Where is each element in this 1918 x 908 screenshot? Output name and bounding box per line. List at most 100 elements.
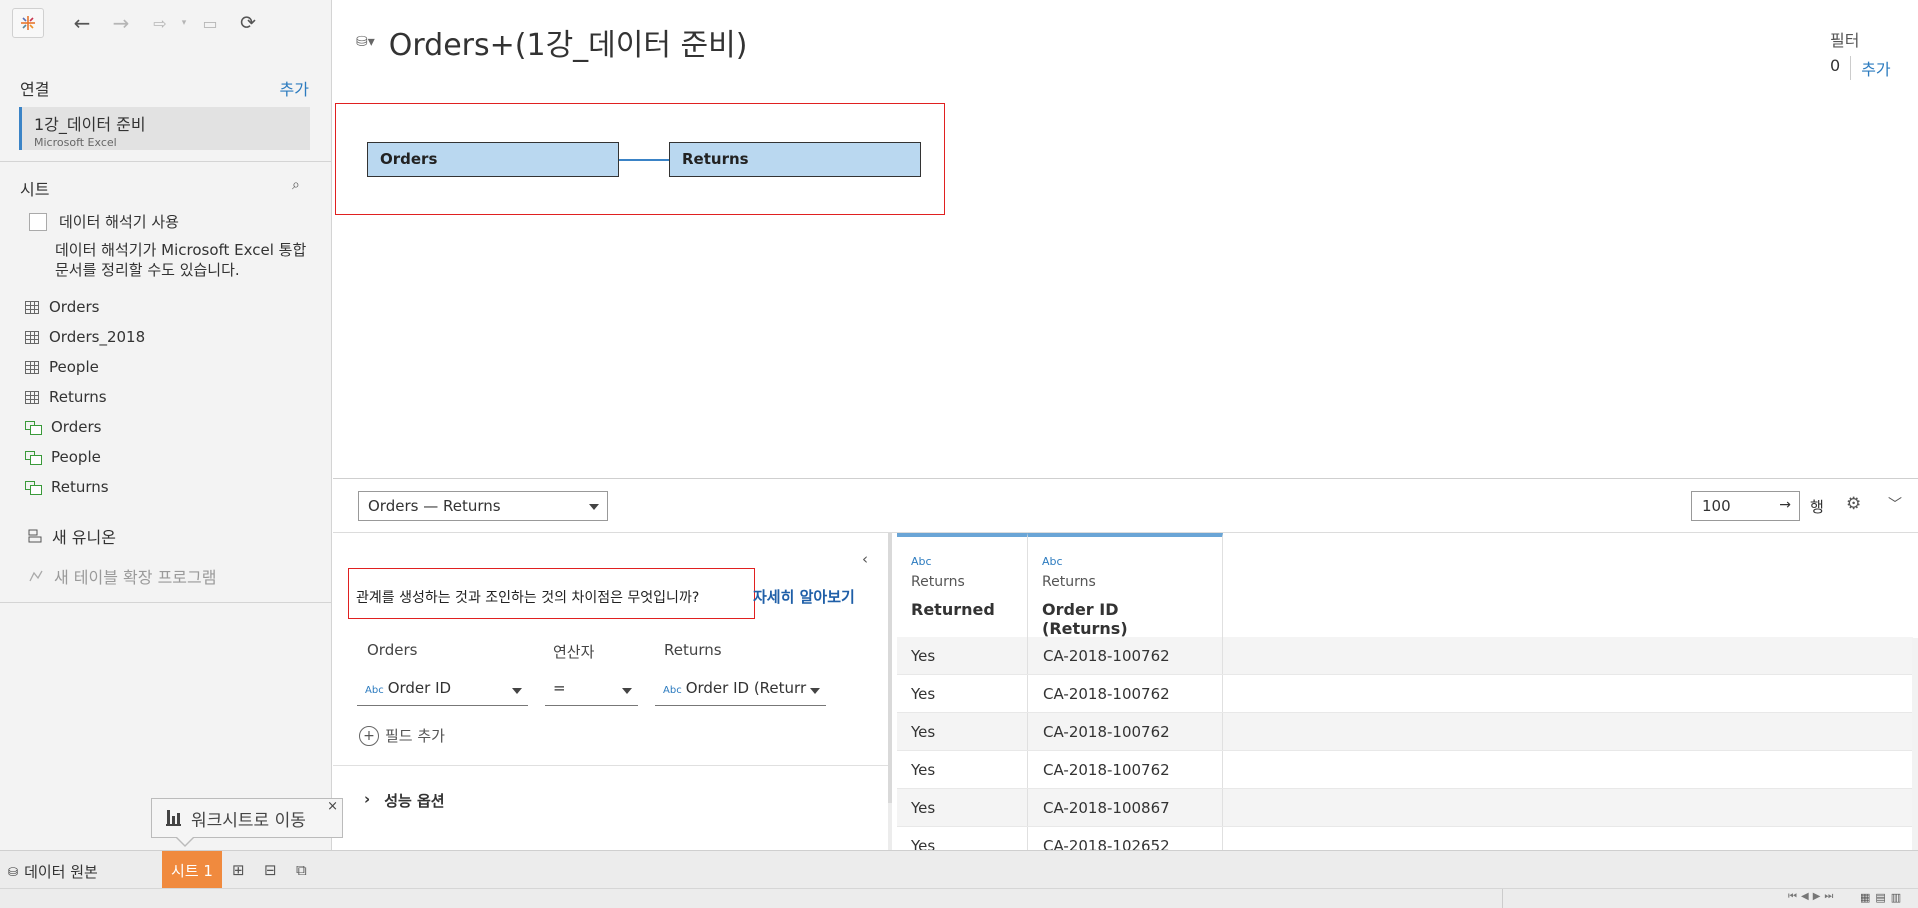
column-source: Returns (911, 574, 965, 590)
app-window: ← → ⇨ ▾ ▭ ⟳ 연결 추가 1강_데이터 준비 Microsoft Ex… (0, 0, 1918, 908)
database-icon[interactable]: ⛁▾ (356, 34, 375, 50)
filters-panel: 필터 0 추가 (1830, 27, 1891, 80)
arrow-right-icon[interactable]: → (1779, 497, 1791, 513)
editor-scrollbar[interactable] (888, 533, 892, 850)
named-range-returns[interactable]: Returns (25, 478, 109, 496)
sheet-navigation-icon[interactable]: ⏮◀▶⏭ (1788, 891, 1837, 902)
cell: CA-2018-100867 (1043, 799, 1170, 817)
named-range-icon (25, 420, 42, 435)
table-icon (25, 330, 39, 344)
sheet-label: Returns (51, 478, 109, 496)
sheet-item-orders[interactable]: Orders (25, 298, 99, 316)
grid-header-returned[interactable]: Abc Returns Returned (897, 533, 1028, 637)
named-range-icon (25, 450, 42, 465)
sheet-item-people[interactable]: People (25, 358, 99, 376)
close-icon[interactable]: × (327, 799, 338, 814)
add-field-label: 필드 추가 (385, 727, 445, 745)
table-row: Yes CA-2018-100867 (897, 789, 1913, 827)
cell: CA-2018-100762 (1043, 723, 1170, 741)
table-row: Yes CA-2018-100762 (897, 713, 1913, 751)
go-to-worksheet-tooltip[interactable]: 워크시트로 이동 × (151, 798, 343, 838)
divider (0, 602, 332, 603)
operator-dropdown[interactable]: = (545, 674, 638, 706)
interpreter-checkbox[interactable] (29, 212, 47, 231)
sheet-item-returns[interactable]: Returns (25, 388, 107, 406)
performance-options-toggle[interactable]: › 성능 옵션 (364, 790, 445, 811)
back-icon[interactable]: ← (68, 10, 96, 36)
cell: CA-2018-100762 (1043, 761, 1170, 779)
new-story-icon[interactable]: ⧉ (296, 861, 307, 879)
string-type-icon: Abc (663, 685, 682, 696)
tooltip-label: 워크시트로 이동 (191, 810, 306, 831)
new-union-item[interactable]: 새 유니온 (28, 524, 116, 548)
tableau-logo-icon[interactable] (12, 8, 44, 38)
connection-name: 1강_데이터 준비 (34, 115, 146, 134)
right-field-value: Order ID (Returr (685, 679, 807, 697)
table-row: Yes CA-2018-100762 (897, 751, 1913, 789)
new-union-label: 새 유니온 (52, 528, 116, 547)
named-range-orders[interactable]: Orders (25, 418, 101, 436)
relationship-noodle[interactable] (619, 159, 669, 161)
datasource-header: ⛁▾ Orders+(1강_데이터 준비) (356, 20, 747, 64)
new-worksheet-icon[interactable]: ⊞ (232, 861, 245, 879)
refresh-icon[interactable]: ⟳ (234, 10, 262, 36)
cell: CA-2018-102652 (1043, 837, 1170, 850)
gear-icon[interactable]: ⚙ (1846, 494, 1861, 514)
relationship-selector[interactable]: Orders — Returns (358, 491, 608, 521)
grid-scrollbar[interactable] (1912, 638, 1918, 850)
learn-more-link[interactable]: 자세히 알아보기 (753, 586, 855, 607)
divider (1222, 827, 1223, 850)
table-icon (25, 390, 39, 404)
tab-data-source-label: 데이터 원본 (24, 863, 98, 881)
interpreter-checkbox-row[interactable]: 데이터 해석기 사용 (29, 211, 179, 232)
sheet-item-orders-2018[interactable]: Orders_2018 (25, 328, 145, 346)
save-icon[interactable]: ▭ (196, 10, 224, 36)
view-mode-icon[interactable]: ▦▤▥ (1860, 891, 1906, 904)
sheet-label: Orders_2018 (49, 328, 146, 346)
operator-header: 연산자 (553, 643, 595, 661)
filter-count: 0 (1830, 56, 1852, 80)
chevron-right-icon: › (364, 790, 371, 808)
tab-data-source[interactable]: ⛁ 데이터 원본 (8, 861, 98, 882)
rows-label: 행 (1810, 498, 1824, 516)
add-filter-link[interactable]: 추가 (1861, 56, 1890, 80)
cell: Yes (911, 799, 936, 817)
right-table-header: Returns (664, 641, 722, 659)
named-range-icon (25, 480, 42, 495)
chevron-down-icon[interactable]: ﹀ (1888, 494, 1902, 514)
cell: Yes (911, 685, 936, 703)
sheet-label: People (51, 448, 101, 466)
new-table-extension-item[interactable]: 새 테이블 확장 프로그램 (28, 564, 216, 588)
connection-type: Microsoft Excel (34, 136, 117, 149)
sheet-label: Orders (49, 298, 100, 316)
collapse-icon[interactable]: ‹ (862, 550, 868, 568)
divider (1027, 637, 1028, 674)
rows-input[interactable]: 100 → (1691, 491, 1800, 521)
tab-sheet-1[interactable]: 시트 1 (162, 851, 222, 889)
canvas-table-returns[interactable]: Returns (669, 142, 921, 177)
add-connection-link[interactable]: 추가 (280, 76, 309, 100)
canvas-table-orders[interactable]: Orders (367, 142, 619, 177)
tooltip-arrow (175, 836, 195, 847)
divider (1222, 751, 1223, 788)
relationship-question: 관계를 생성하는 것과 조인하는 것의 차이점은 무엇입니까? (356, 590, 700, 606)
column-source: Returns (1042, 574, 1096, 590)
right-field-dropdown[interactable]: Abc Order ID (Returr (655, 674, 826, 706)
new-dashboard-icon[interactable]: ⊟ (264, 861, 277, 879)
divider (1222, 789, 1223, 826)
datasource-title[interactable]: Orders+(1강_데이터 준비) (389, 20, 748, 64)
string-type-icon[interactable]: Abc (911, 555, 1013, 568)
connection-item[interactable]: 1강_데이터 준비 Microsoft Excel (19, 107, 310, 150)
union-icon (28, 529, 42, 543)
forward-icon[interactable]: → (107, 10, 135, 36)
cell: CA-2018-100762 (1043, 685, 1170, 703)
grid-header-order-id-returns[interactable]: Abc Returns Order ID (Returns) (1028, 533, 1223, 638)
string-type-icon[interactable]: Abc (1042, 555, 1208, 568)
chevron-down-icon[interactable]: ▾ (170, 10, 198, 36)
named-range-people[interactable]: People (25, 448, 101, 466)
left-field-dropdown[interactable]: Abc Order ID (357, 674, 528, 706)
operator-value: = (553, 679, 566, 697)
add-field-button[interactable]: + 필드 추가 (359, 725, 445, 746)
divider (1027, 751, 1028, 788)
search-icon[interactable]: ⌕ (292, 177, 300, 193)
